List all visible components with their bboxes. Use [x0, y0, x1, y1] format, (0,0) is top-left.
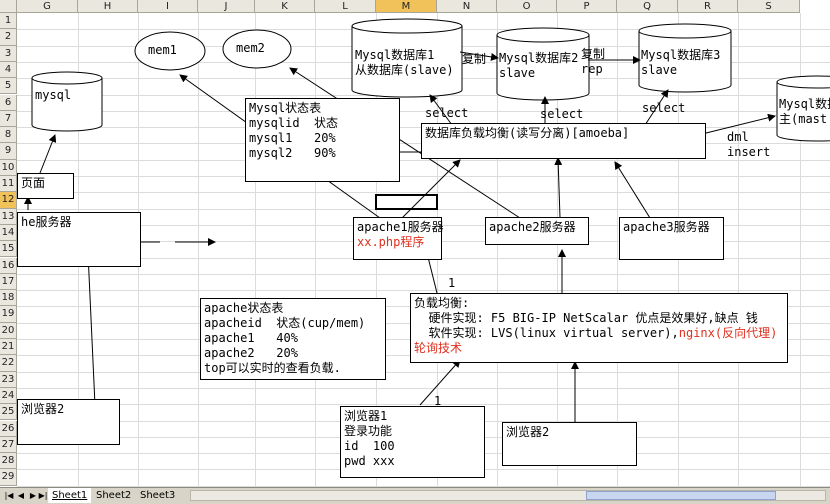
prev-sheet-button[interactable]: ◀ [16, 490, 26, 501]
apache1-label: apache1服务器 [357, 220, 444, 234]
next-sheet-button[interactable]: ▶ [28, 490, 38, 501]
tab-sheet3[interactable]: Sheet3 [136, 488, 179, 503]
tab-sheet2[interactable]: Sheet2 [92, 488, 135, 503]
active-cell[interactable] [375, 194, 438, 210]
first-sheet-button[interactable]: |◀ [4, 490, 14, 501]
lb-nginx: nginx(反向代理) [678, 326, 778, 340]
browser1-box: 浏览器1 登录功能 id 100 pwd xxx [340, 406, 485, 478]
spreadsheet[interactable]: GHIJKLMNOPQRS 1 2 3 4 5 6 7 8 9 10 11 12 13 14 15 16 17 1… [0, 0, 830, 503]
tab-sheet1[interactable]: Sheet1 [48, 488, 92, 503]
apache1-program-label: xx.php程序 [357, 235, 425, 249]
mem2-label: mem2 [236, 41, 265, 55]
last-sheet-button[interactable]: ▶| [38, 490, 48, 501]
db-load-balancer-box: 数据库负载均衡(读写分离)[amoeba] [421, 123, 706, 159]
load-balancer-box: 负载均衡: 硬件实现: F5 BIG-IP NetScalar 优点是效果好,缺… [410, 293, 788, 363]
apache1-server-box: apache1服务器 xx.php程序 [353, 217, 444, 260]
apache2-server-box: apache2服务器 [485, 217, 589, 245]
horizontal-scrollbar[interactable] [190, 490, 826, 501]
lb-title: 负载均衡: [414, 296, 470, 310]
db1-label: Mysql数据库1 从数据库(slave) [355, 48, 454, 77]
mem1-label: mem1 [148, 43, 177, 57]
mysql-label: mysql [35, 88, 72, 102]
db2-label: Mysql数据库2 slave [499, 51, 579, 80]
lb-hardware: 硬件实现: F5 BIG-IP NetScalar 优点是效果好,缺点 钱 [414, 311, 758, 325]
lb-software: 软件实现: LVS(linux virtual server), [414, 326, 679, 340]
master-db-label: Mysql数据 主(mast [779, 97, 830, 126]
apache-status-table: apache状态表 apacheid 状态(cup/mem) apache1 4… [200, 298, 386, 380]
select-label-1: select [425, 106, 469, 120]
browser-left-box: 浏览器2 [17, 399, 120, 445]
browser2-box: 浏览器2 [502, 422, 637, 466]
select-label-2: select [540, 107, 584, 121]
apache3-server-box: apache3服务器 [619, 217, 724, 260]
dml-label: dml insert [727, 130, 771, 159]
db3-label: Mysql数据库3 slave [641, 48, 721, 77]
copy-label-1: 复制 [462, 52, 487, 66]
lb-round-robin: 轮询技术 [414, 341, 463, 355]
horizontal-scroll-thumb[interactable] [586, 491, 776, 500]
copy-label-2: 复制 rep [581, 47, 606, 76]
select-label-3: select [642, 101, 686, 115]
sheet-tab-bar: |◀ ◀ ▶ ▶| Sheet1 Sheet2 Sheet3 [0, 487, 830, 504]
mysql-status-table: Mysql状态表 mysqlid 状态 mysql1 20% mysql2 90… [245, 98, 400, 182]
web-server-box: he服务器 [17, 212, 141, 267]
number-label-1: 1 [448, 276, 456, 290]
page-box: 页面 [17, 173, 74, 199]
